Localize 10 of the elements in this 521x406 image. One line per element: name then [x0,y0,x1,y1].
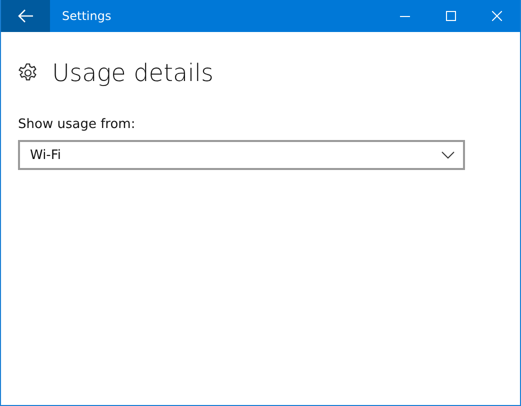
maximize-icon [446,11,456,21]
page-title: Usage details [52,59,214,87]
chevron-down-icon [441,151,455,159]
usage-source-dropdown[interactable]: Wi-Fi [18,140,465,170]
field-label: Show usage from: [18,117,136,132]
window-title: Settings [62,9,112,23]
back-button[interactable] [1,0,50,32]
close-icon [492,11,502,21]
back-arrow-icon [18,9,34,23]
settings-icon [18,63,38,83]
